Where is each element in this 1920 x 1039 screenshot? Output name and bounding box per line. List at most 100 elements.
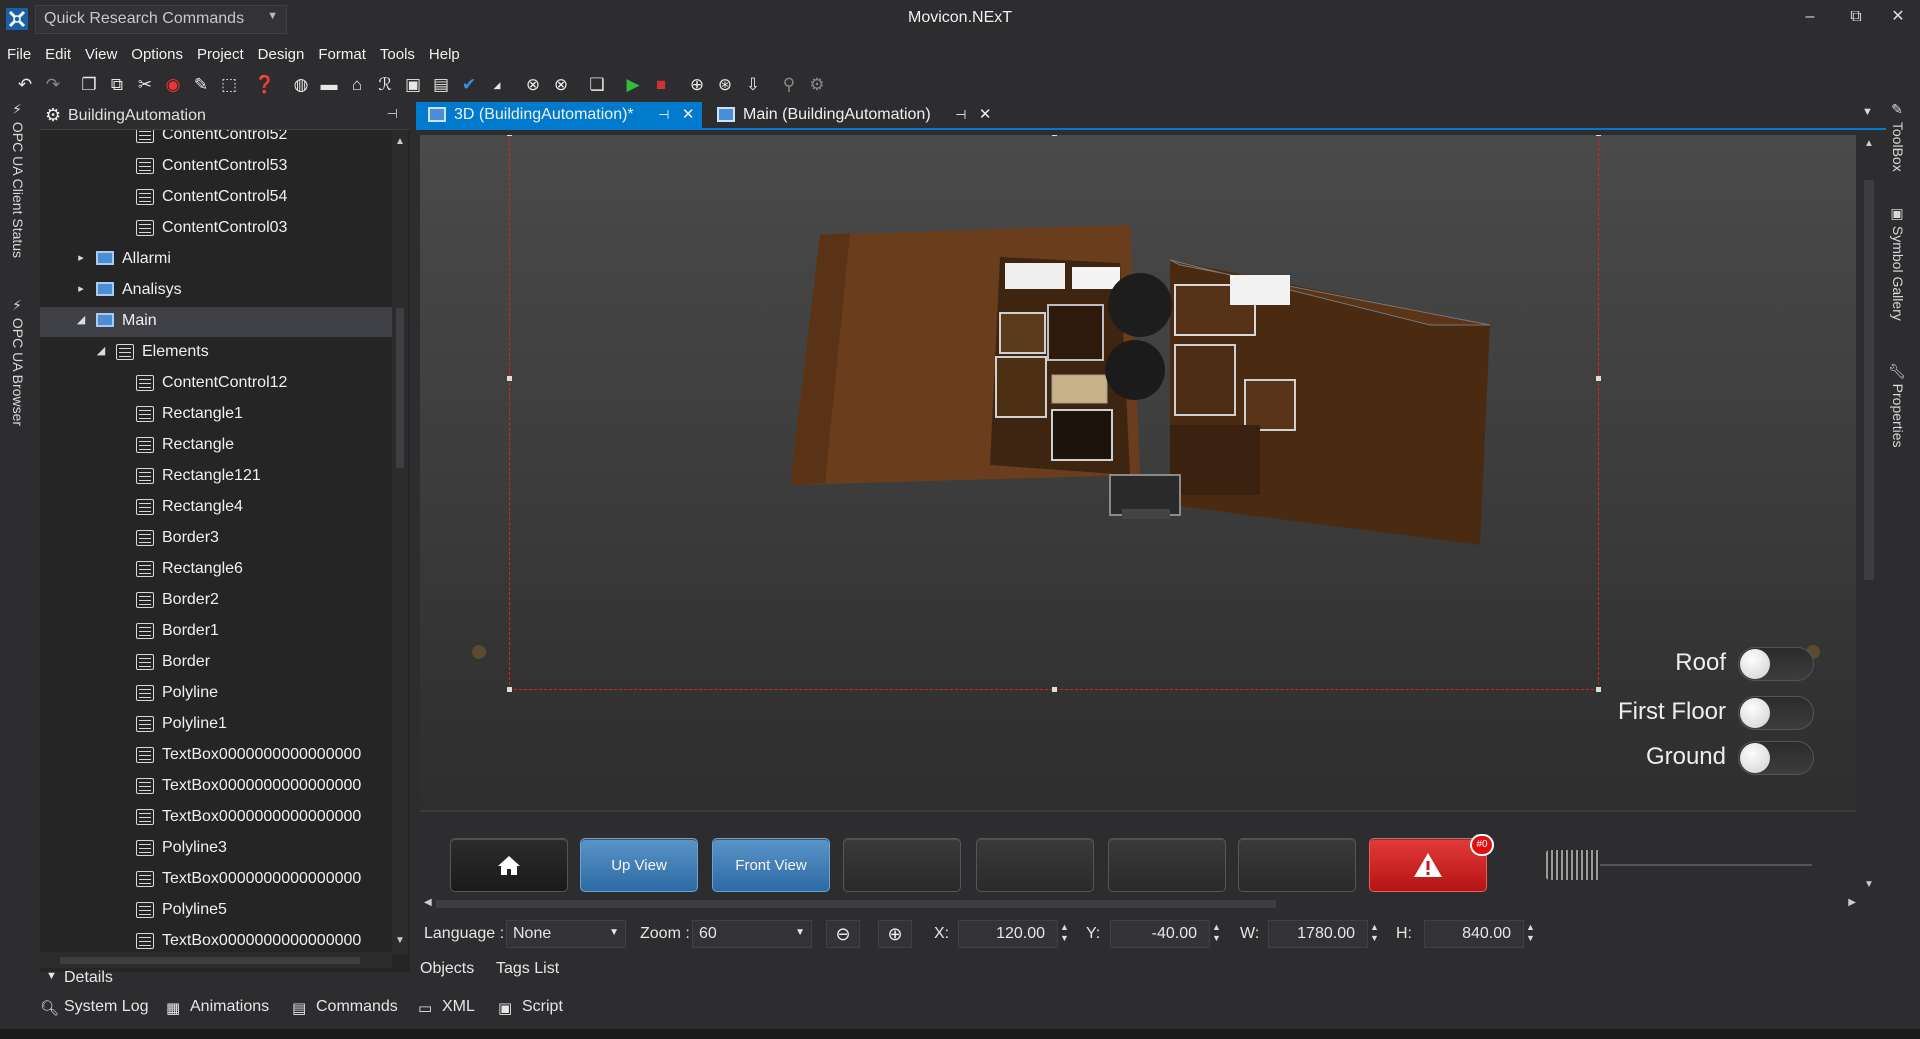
- tree-item[interactable]: Border1: [40, 617, 392, 647]
- details-expander[interactable]: ▼ Details: [40, 966, 410, 992]
- home-view-button[interactable]: [450, 838, 568, 892]
- empty-button-1[interactable]: [843, 838, 961, 892]
- record-icon[interactable]: ◉: [160, 73, 186, 97]
- tree-item[interactable]: Rectangle4: [40, 493, 392, 523]
- pivot-marker[interactable]: [472, 645, 486, 659]
- resize-handle[interactable]: [1052, 135, 1057, 136]
- ground-toggle[interactable]: [1738, 741, 1814, 775]
- select-rect-icon[interactable]: ⬚: [216, 73, 242, 97]
- undo-icon[interactable]: ↶: [12, 73, 38, 97]
- menu-options[interactable]: Options: [124, 44, 190, 68]
- stop-circle-icon[interactable]: ⊗: [520, 73, 546, 97]
- tab-tags-list[interactable]: Tags List: [496, 960, 559, 978]
- tree-item[interactable]: ◢ Elements: [40, 338, 392, 368]
- expand-arrow-icon[interactable]: ◢: [74, 313, 88, 326]
- paste-icon[interactable]: ⧉: [104, 73, 130, 97]
- tab-system-log[interactable]: 🔍︎ System Log: [40, 998, 148, 1017]
- menu-tools[interactable]: Tools: [373, 44, 422, 68]
- tree-item[interactable]: TextBox0000000000000000: [40, 741, 392, 771]
- scroll-down-icon[interactable]: ▼: [1864, 879, 1874, 890]
- save-icon[interactable]: ▣: [400, 73, 426, 97]
- scroll-up-icon[interactable]: ▲: [395, 136, 405, 147]
- design-canvas[interactable]: Roof First Floor Ground: [420, 135, 1856, 812]
- tree-item[interactable]: Rectangle6: [40, 555, 392, 585]
- front-view-button[interactable]: Front View: [712, 838, 830, 892]
- scrollbar-thumb[interactable]: [1864, 180, 1874, 580]
- app-logo-icon[interactable]: [6, 8, 28, 30]
- close-icon[interactable]: ✕: [682, 106, 695, 123]
- tree-item[interactable]: Polyline3: [40, 834, 392, 864]
- tree-item[interactable]: Rectangle: [40, 431, 392, 461]
- tree-item[interactable]: ◢ Main: [40, 307, 392, 337]
- chevron-down-icon[interactable]: ▼: [795, 927, 805, 938]
- resources-icon[interactable]: ℛ: [372, 73, 398, 97]
- x-spinner-icon[interactable]: ▲ ▼: [1060, 922, 1069, 944]
- tree-item[interactable]: Border2: [40, 586, 392, 616]
- menu-format[interactable]: Format: [311, 44, 373, 68]
- resize-handle[interactable]: [1596, 135, 1601, 136]
- help-icon[interactable]: ❓: [252, 73, 278, 97]
- pin-icon[interactable]: ⊣: [658, 107, 669, 122]
- tree-item[interactable]: TextBox0000000000000000: [40, 772, 392, 802]
- resize-handle[interactable]: [507, 376, 512, 381]
- close-circle-icon[interactable]: ⊗: [548, 73, 574, 97]
- resize-handle[interactable]: [1596, 376, 1601, 381]
- menu-design[interactable]: Design: [251, 44, 312, 68]
- globe-icon[interactable]: ◍: [288, 73, 314, 97]
- tab-opc-ua-client-status[interactable]: ⚡ OPC UA Client Status: [10, 102, 26, 258]
- selection-rectangle[interactable]: [507, 135, 1601, 692]
- scrollbar-thumb[interactable]: [436, 900, 1276, 908]
- slider-thumb[interactable]: [1546, 850, 1600, 880]
- check-icon[interactable]: ✔: [456, 73, 482, 97]
- expand-arrow-icon[interactable]: ▸: [74, 282, 88, 295]
- tree-item[interactable]: TextBox0000000000000000: [40, 865, 392, 895]
- first-floor-toggle[interactable]: [1738, 696, 1814, 730]
- resize-handle[interactable]: [507, 135, 512, 136]
- h-spinner-icon[interactable]: ▲ ▼: [1526, 922, 1535, 944]
- pin-icon[interactable]: ⊣: [955, 107, 966, 122]
- tree-vertical-scrollbar[interactable]: ▲ ▼: [392, 130, 408, 954]
- run-icon[interactable]: ▶: [620, 73, 646, 97]
- close-window-button[interactable]: ✕: [1878, 2, 1918, 32]
- copy-icon[interactable]: ❐: [76, 73, 102, 97]
- redo-icon[interactable]: ↷: [40, 73, 66, 97]
- menu-edit[interactable]: Edit: [38, 44, 78, 68]
- resize-handle[interactable]: [1052, 687, 1057, 692]
- expand-arrow-icon[interactable]: ▸: [74, 251, 88, 264]
- tree-item[interactable]: ContentControl53: [40, 152, 392, 182]
- collapse-arrow-icon[interactable]: ▼: [46, 970, 57, 982]
- quick-search-combobox[interactable]: Quick Research Commands ▼: [35, 5, 287, 34]
- location-icon[interactable]: ⚲: [776, 73, 802, 97]
- tab-animations[interactable]: ▦ Animations: [166, 998, 269, 1017]
- close-icon[interactable]: ✕: [979, 106, 992, 123]
- tab-properties[interactable]: 🔧︎ Properties: [1890, 362, 1906, 447]
- empty-button-2[interactable]: [976, 838, 1094, 892]
- scroll-right-icon[interactable]: ▶: [1848, 897, 1856, 908]
- empty-button-3[interactable]: [1108, 838, 1226, 892]
- tree-item[interactable]: ▸ Analisys: [40, 276, 392, 306]
- menu-help[interactable]: Help: [422, 44, 467, 68]
- tree-item[interactable]: ▸ Allarmi: [40, 245, 392, 275]
- tree-item[interactable]: Polyline1: [40, 710, 392, 740]
- chevron-down-icon[interactable]: ▼: [1862, 106, 1873, 118]
- x-field[interactable]: 120.00: [958, 920, 1058, 948]
- chevron-down-icon[interactable]: ▼: [609, 927, 619, 938]
- menu-file[interactable]: File: [0, 44, 38, 68]
- tab-toolbox[interactable]: ✎ ToolBox: [1890, 102, 1906, 172]
- restore-button[interactable]: ⧉: [1836, 2, 1876, 32]
- tab-main-buildingautomation[interactable]: Main (BuildingAutomation) ⊣ ✕: [705, 102, 999, 128]
- tab-3d-buildingautomation[interactable]: 3D (BuildingAutomation)* ⊣ ✕: [416, 102, 703, 128]
- resize-handle[interactable]: [1596, 687, 1601, 692]
- up-view-button[interactable]: Up View: [580, 838, 698, 892]
- zoom-out-icon[interactable]: ⊖: [826, 920, 860, 948]
- y-spinner-icon[interactable]: ▲ ▼: [1212, 922, 1221, 944]
- tab-opc-ua-browser[interactable]: ⚡ OPC UA Browser: [10, 298, 26, 426]
- chevron-down-icon[interactable]: ▼: [267, 10, 278, 22]
- scrollbar-thumb[interactable]: [396, 308, 404, 468]
- windows-icon[interactable]: ❏: [584, 73, 610, 97]
- expand-arrow-icon[interactable]: ◢: [94, 344, 108, 357]
- web-icon[interactable]: ⊕: [684, 73, 710, 97]
- tree-item[interactable]: Border3: [40, 524, 392, 554]
- stop-icon[interactable]: ■: [648, 73, 674, 97]
- tree-item[interactable]: Border: [40, 648, 392, 678]
